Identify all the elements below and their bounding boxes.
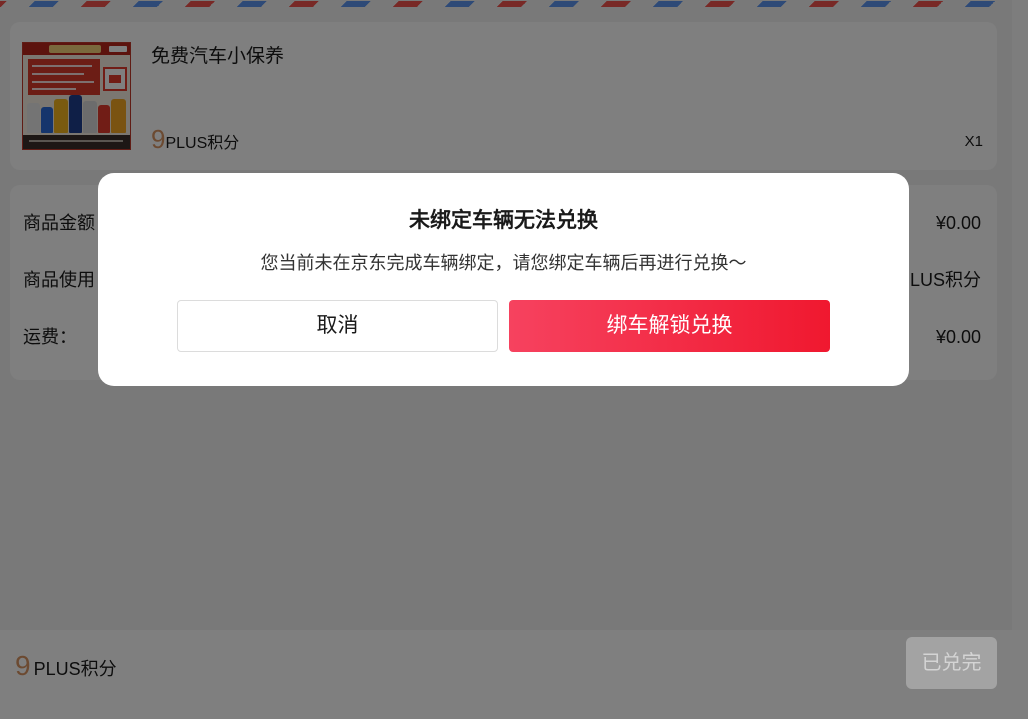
bind-vehicle-button[interactable]: 绑车解锁兑换 bbox=[509, 300, 830, 352]
dialog-message: 您当前未在京东完成车辆绑定，请您绑定车辆后再进行兑换～ bbox=[260, 253, 747, 273]
bind-vehicle-dialog: 未绑定车辆无法兑换 您当前未在京东完成车辆绑定，请您绑定车辆后再进行兑换～ 取消… bbox=[98, 173, 909, 386]
dialog-title: 未绑定车辆无法兑换 bbox=[409, 209, 598, 232]
sold-out-button[interactable]: 已兑完 bbox=[906, 637, 997, 689]
cancel-button[interactable]: 取消 bbox=[177, 300, 498, 352]
